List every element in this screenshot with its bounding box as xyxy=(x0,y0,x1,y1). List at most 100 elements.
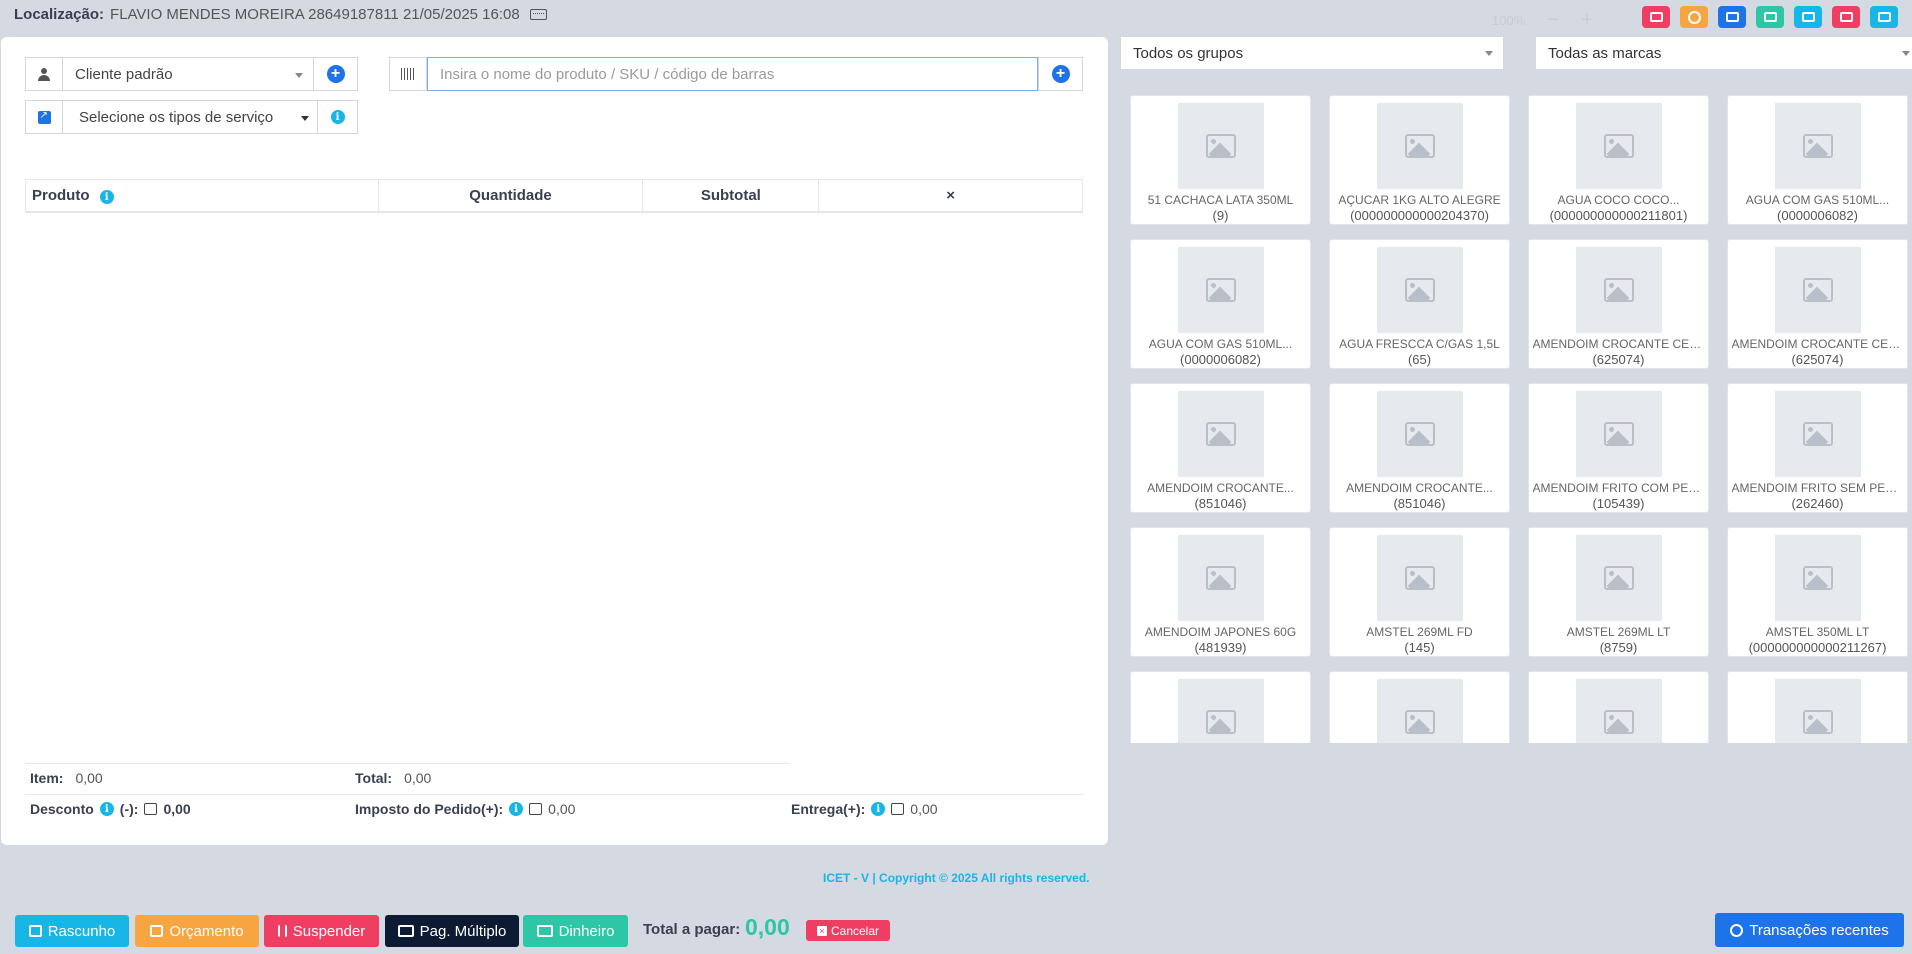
discount-value: 0,00 xyxy=(163,801,191,817)
suspend-button[interactable]: Suspender xyxy=(264,915,379,947)
info-icon[interactable]: i xyxy=(509,802,524,816)
edit-shipping-icon[interactable] xyxy=(891,803,905,815)
total-amount: Total: 0,00 xyxy=(355,770,431,786)
add-product-button[interactable]: + xyxy=(1038,58,1082,90)
item-label: Item: xyxy=(30,770,64,786)
image-placeholder-icon xyxy=(1603,710,1634,734)
zoom-in-button[interactable]: + xyxy=(1581,9,1593,32)
zoom-out-button[interactable]: − xyxy=(1547,9,1559,32)
product-sku: (262460) xyxy=(1791,496,1844,511)
add-customer-button[interactable]: + xyxy=(313,58,357,90)
service-type-select[interactable]: Selecione os tipos de serviço xyxy=(63,101,317,133)
calculator-icon[interactable] xyxy=(1756,6,1784,28)
external-link-icon xyxy=(26,101,63,133)
plus-circle-icon: + xyxy=(1051,65,1070,83)
product-name: AÇUCAR 1KG ALTO ALEGRE xyxy=(1338,193,1501,207)
briefcase-icon[interactable] xyxy=(1794,6,1822,28)
discount-row: Desconto i (-): 0,00 xyxy=(30,801,191,817)
product-image xyxy=(1575,679,1662,743)
product-name: 51 CACHACA LATA 350ML xyxy=(1147,193,1294,207)
product-card[interactable]: AMSTEL 350ML LT (000000000000211267) xyxy=(1727,527,1908,657)
shipping-row: Entrega(+): i 0,00 xyxy=(791,801,938,817)
pause-icon[interactable] xyxy=(1680,6,1708,28)
service-info-button[interactable]: i xyxy=(317,101,357,133)
info-icon[interactable]: i xyxy=(99,802,114,816)
close-window-icon[interactable] xyxy=(1832,6,1860,28)
product-card[interactable]: AGUA FRESCCA C/GAS 1,5L (65) xyxy=(1329,239,1510,369)
info-icon: i xyxy=(330,110,345,124)
product-card[interactable] xyxy=(1727,671,1908,743)
product-search-input[interactable] xyxy=(427,57,1038,91)
product-sku: (481939) xyxy=(1194,640,1247,655)
clear-cart-button[interactable]: × xyxy=(818,179,1083,213)
image-placeholder-icon xyxy=(1404,566,1435,590)
product-image xyxy=(1774,247,1861,333)
product-card[interactable] xyxy=(1329,671,1510,743)
group-filter-select[interactable]: Todos os grupos xyxy=(1121,37,1503,69)
group-filter-value: Todos os grupos xyxy=(1133,44,1244,62)
product-card[interactable]: AMENDOIM FRITO SEM PELE... (262460) xyxy=(1727,383,1908,513)
product-name: AMSTEL 269ML LT xyxy=(1566,625,1671,639)
quote-label: Orçamento xyxy=(169,922,244,940)
product-card[interactable]: AMENDOIM CROCANTE CEBOL... (625074) xyxy=(1727,239,1908,369)
column-product: Produto i xyxy=(25,179,379,213)
backward-icon[interactable] xyxy=(1870,6,1898,28)
info-icon[interactable]: i xyxy=(871,802,886,816)
image-placeholder-icon xyxy=(1404,422,1435,446)
product-card[interactable]: AMSTEL 269ML FD (145) xyxy=(1329,527,1510,657)
product-image xyxy=(1774,679,1861,743)
product-name: AMSTEL 350ML LT xyxy=(1765,625,1870,639)
product-card[interactable]: AMENDOIM FRITO COM PELE... (105439) xyxy=(1528,383,1709,513)
image-placeholder-icon xyxy=(1205,134,1236,158)
location-label: Localização: xyxy=(14,6,105,23)
edit-tax-icon[interactable] xyxy=(529,803,543,815)
product-card[interactable] xyxy=(1130,671,1311,743)
edit-icon xyxy=(150,925,164,937)
product-card[interactable]: AGUA COM GAS 510ML... (0000006082) xyxy=(1130,239,1311,369)
product-card[interactable]: AMENDOIM JAPONES 60G (481939) xyxy=(1130,527,1311,657)
product-image xyxy=(1177,247,1264,333)
window-icon[interactable] xyxy=(1718,6,1746,28)
product-card[interactable] xyxy=(1528,671,1709,743)
edit-icon xyxy=(28,925,42,937)
total-payable-label: Total a pagar: xyxy=(643,921,741,938)
image-placeholder-icon xyxy=(1603,422,1634,446)
product-search-group: + xyxy=(389,57,1083,91)
product-name: AGUA COM GAS 510ML... xyxy=(1148,337,1293,351)
product-name: AMENDOIM JAPONES 60G xyxy=(1144,625,1297,639)
discount-label: Desconto xyxy=(30,801,94,817)
product-image xyxy=(1177,391,1264,477)
product-card[interactable]: AMSTEL 269ML LT (8759) xyxy=(1528,527,1709,657)
product-card[interactable]: 51 CACHACA LATA 350ML (9) xyxy=(1130,95,1311,225)
cash-register-icon[interactable] xyxy=(1642,6,1670,28)
multi-pay-label: Pag. Múltiplo xyxy=(419,922,507,940)
edit-discount-icon[interactable] xyxy=(144,803,158,815)
draft-button[interactable]: Rascunho xyxy=(15,915,129,947)
image-placeholder-icon xyxy=(1603,134,1634,158)
customer-select[interactable]: Cliente padrão xyxy=(63,58,313,90)
total-label: Total: xyxy=(355,770,393,786)
info-icon[interactable]: i xyxy=(99,190,114,204)
product-card[interactable]: AÇUCAR 1KG ALTO ALEGRE (00000000000020437… xyxy=(1329,95,1510,225)
cancel-button[interactable]: × Cancelar xyxy=(806,920,890,941)
image-placeholder-icon xyxy=(1205,278,1236,302)
product-card[interactable]: AMENDOIM CROCANTE... (851046) xyxy=(1329,383,1510,513)
recent-transactions-button[interactable]: Transações recentes xyxy=(1715,913,1904,947)
total-value: 0,00 xyxy=(404,770,432,786)
product-sku: (8759) xyxy=(1599,640,1638,655)
image-placeholder-icon xyxy=(1603,566,1634,590)
product-card[interactable]: AGUA COM GAS 510ML... (0000006082) xyxy=(1727,95,1908,225)
plus-circle-icon: + xyxy=(326,65,345,83)
quote-button[interactable]: Orçamento xyxy=(135,915,259,947)
product-sku: (000000000000211267) xyxy=(1748,640,1887,655)
cash-button[interactable]: Dinheiro xyxy=(523,915,628,947)
image-placeholder-icon xyxy=(1603,278,1634,302)
product-card[interactable]: AMENDOIM CROCANTE... (851046) xyxy=(1130,383,1311,513)
chevron-down-icon xyxy=(295,73,303,78)
brand-filter-select[interactable]: Todas as marcas xyxy=(1536,37,1912,69)
chevron-down-icon xyxy=(1485,51,1493,56)
product-card[interactable]: AMENDOIM CROCANTE CEBOL... (625074) xyxy=(1528,239,1709,369)
multi-pay-button[interactable]: Pag. Múltiplo xyxy=(385,915,519,947)
product-card[interactable]: AGUA COCO COCO... (000000000000211801) xyxy=(1528,95,1709,225)
keyboard-icon[interactable] xyxy=(529,9,547,20)
